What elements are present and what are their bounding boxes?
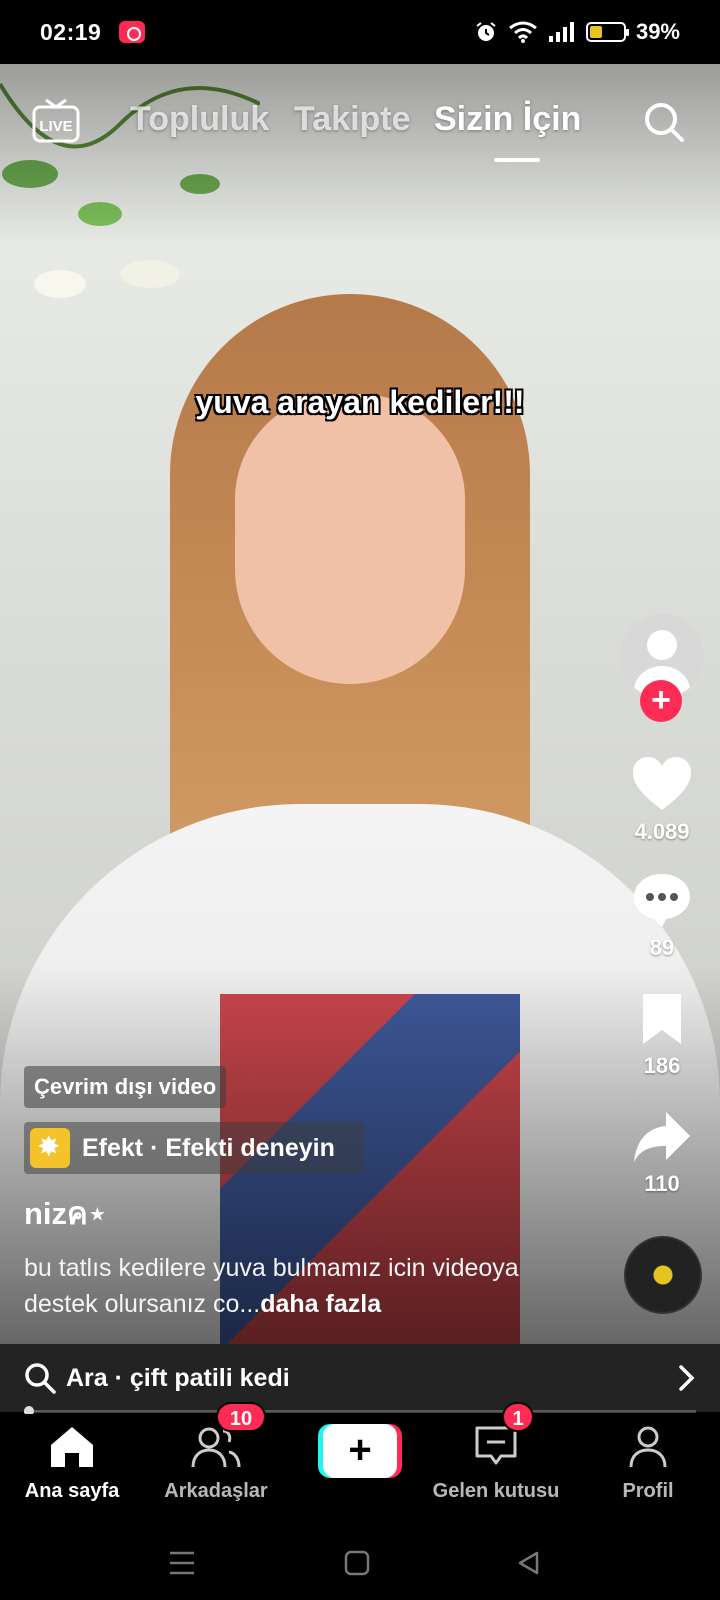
video-info: Çevrim dışı video Efekt · Efekti deneyin… [24,1066,594,1322]
video-subject-face [235,394,465,684]
nav-friends-label: Arkadaşlar [164,1480,268,1502]
video-description[interactable]: bu tatlıs kedilere yuva bulmamız icin vi… [24,1250,594,1322]
system-nav-bar [0,1524,720,1600]
menu-icon[interactable] [168,1550,196,1576]
chevron-right-icon [679,1365,695,1391]
bookmark-icon [643,994,681,1044]
heart-icon [633,757,691,810]
top-nav: LIVE Topluluk Takipte Sizin İçin [0,64,720,174]
nav-home[interactable]: Ana sayfa [2,1414,142,1503]
alarm-icon [476,22,496,41]
effect-chip[interactable]: Efekt · Efekti deneyin [24,1122,364,1174]
back-triangle-icon[interactable] [516,1550,540,1576]
share-button[interactable]: 110 [612,1110,712,1197]
tab-sizin-icin[interactable]: Sizin İçin [434,100,581,139]
status-icons: 39% [474,19,680,45]
nav-friends[interactable]: Arkadaşlar 10 [146,1402,286,1503]
comment-icon [634,874,690,927]
follow-button[interactable]: + [640,680,682,722]
search-suggestion-label: Ara · çift patili kedi [66,1363,290,1392]
battery-level-fill [589,26,603,38]
inbox-icon [475,1426,517,1465]
plus-icon: + [323,1424,397,1478]
active-tab-indicator [494,158,540,162]
offline-video-chip: Çevrim dışı video [24,1066,227,1108]
battery-icon [585,22,629,42]
nav-inbox-label: Gelen kutusu [432,1480,560,1502]
nav-profile[interactable]: Profil [578,1414,718,1503]
status-bar: 02:19 39% [0,0,720,64]
search-icon [25,1363,56,1394]
wifi-icon [509,21,537,43]
effect-icon [30,1128,70,1168]
tab-takipte[interactable]: Takipte [294,100,411,139]
share-arrow-icon [634,1112,690,1162]
signal-icon [548,22,574,42]
bottom-nav: Ana sayfa Arkadaşlar 10 + Gelen kutusu 1 [0,1402,720,1524]
profile-icon [629,1426,667,1468]
comment-button[interactable]: 89 [612,872,712,961]
comment-count: 89 [649,935,675,960]
music-disc-icon[interactable] [624,1236,702,1314]
create-button[interactable]: + [318,1424,402,1478]
like-count: 4.089 [634,819,690,844]
battery-percent: 39% [635,19,680,44]
live-icon[interactable]: LIVE [32,98,80,144]
status-time: 02:19 [40,18,102,45]
home-icon [51,1427,93,1467]
live-label: LIVE [39,118,72,135]
video-progress-bar[interactable] [24,1410,696,1413]
share-count: 110 [644,1171,680,1196]
like-button[interactable]: 4.089 [612,756,712,845]
friends-badge: 10 [216,1402,266,1432]
inbox-badge: 1 [502,1402,534,1432]
creator-username[interactable]: nizค⋆ [24,1188,594,1238]
nav-home-label: Ana sayfa [24,1480,120,1502]
search-suggestion-bar[interactable]: Ara · çift patili kedi [0,1344,720,1412]
effect-label: Efekt · Efekti deneyin [82,1133,335,1162]
search-icon[interactable] [642,100,686,144]
nav-inbox[interactable]: Gelen kutusu 1 [426,1402,566,1503]
video-caption-overlay: yuva arayan kediler!!! [195,384,525,420]
home-square-icon[interactable] [344,1550,370,1576]
more-link[interactable]: daha fazla [260,1290,381,1318]
nav-profile-label: Profil [622,1480,674,1502]
tab-topluluk[interactable]: Topluluk [130,100,269,139]
save-button[interactable]: 186 [612,992,712,1079]
save-count: 186 [643,1053,681,1078]
screen-record-icon [119,21,146,43]
